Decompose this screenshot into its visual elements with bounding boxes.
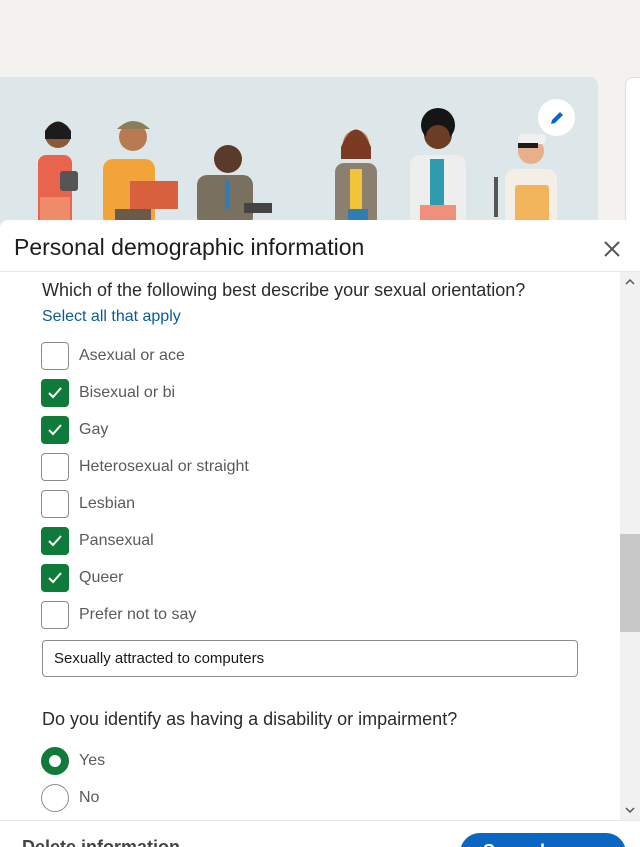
save-changes-button[interactable]: Save changes (460, 833, 626, 847)
checkbox-checked[interactable] (41, 379, 69, 407)
option-label: Heterosexual or straight (79, 458, 249, 475)
pencil-icon (550, 110, 564, 124)
close-button[interactable] (600, 237, 624, 261)
scroll-down-icon[interactable] (624, 804, 636, 816)
option-label: Gay (79, 421, 109, 438)
option-queer[interactable]: Queer (41, 564, 123, 592)
illustration-person-2 (103, 121, 178, 227)
modal-title: Personal demographic information (14, 234, 365, 260)
option-yes[interactable]: Yes (41, 747, 105, 775)
people-illustration (38, 108, 557, 227)
checkbox-checked[interactable] (41, 564, 69, 592)
other-orientation-input[interactable] (42, 640, 578, 677)
illustration-person-4 (335, 129, 377, 227)
checkbox[interactable] (41, 342, 69, 370)
checkbox-checked[interactable] (41, 416, 69, 444)
checkbox[interactable] (41, 453, 69, 481)
illustration-person-6 (494, 134, 557, 227)
checkmark-icon (48, 387, 62, 399)
side-card (625, 77, 640, 227)
orientation-question: Which of the following best describe you… (42, 280, 526, 300)
scroll-up-icon[interactable] (624, 276, 636, 288)
modal-header: Personal demographic information (0, 220, 640, 272)
modal-footer: Delete information Save changes (0, 820, 640, 847)
profile-banner (0, 77, 598, 227)
demographics-modal: Personal demographic information Which o… (0, 220, 640, 847)
checkbox-checked[interactable] (41, 527, 69, 555)
option-label: Queer (79, 569, 124, 586)
scrollbar[interactable] (620, 272, 640, 820)
delete-information-button[interactable]: Delete information (22, 837, 180, 847)
option-heterosexual[interactable]: Heterosexual or straight (41, 453, 249, 481)
option-asexual[interactable]: Asexual or ace (41, 342, 185, 370)
close-icon (604, 241, 620, 257)
option-lesbian[interactable]: Lesbian (41, 490, 135, 518)
illustration-person-1 (38, 121, 78, 227)
scrollbar-thumb[interactable] (620, 534, 640, 632)
checkmark-icon (48, 535, 62, 547)
checkmark-icon (48, 572, 62, 584)
radio-selected[interactable] (41, 747, 69, 775)
checkmark-icon (48, 424, 62, 436)
option-no[interactable]: No (41, 784, 99, 812)
option-label: Asexual or ace (79, 347, 185, 364)
modal-content[interactable]: Which of the following best describe you… (0, 272, 620, 820)
option-label: Yes (79, 752, 106, 769)
option-label: No (79, 789, 100, 806)
option-label: Bisexual or bi (79, 384, 176, 401)
option-label: Pansexual (79, 532, 154, 549)
select-all-hint: Select all that apply (42, 308, 181, 325)
disability-question: Do you identify as having a disability o… (42, 709, 458, 729)
illustration-person-5 (410, 108, 466, 227)
option-label: Lesbian (79, 495, 136, 512)
option-label: Prefer not to say (79, 606, 197, 623)
option-prefer-not-to-say[interactable]: Prefer not to say (41, 601, 196, 629)
option-bisexual[interactable]: Bisexual or bi (41, 379, 175, 407)
checkbox[interactable] (41, 490, 69, 518)
illustration-person-3 (197, 145, 272, 227)
option-pansexual[interactable]: Pansexual (41, 527, 154, 555)
radio[interactable] (41, 784, 69, 812)
option-gay[interactable]: Gay (41, 416, 108, 444)
edit-banner-button[interactable] (538, 99, 575, 136)
checkbox[interactable] (41, 601, 69, 629)
